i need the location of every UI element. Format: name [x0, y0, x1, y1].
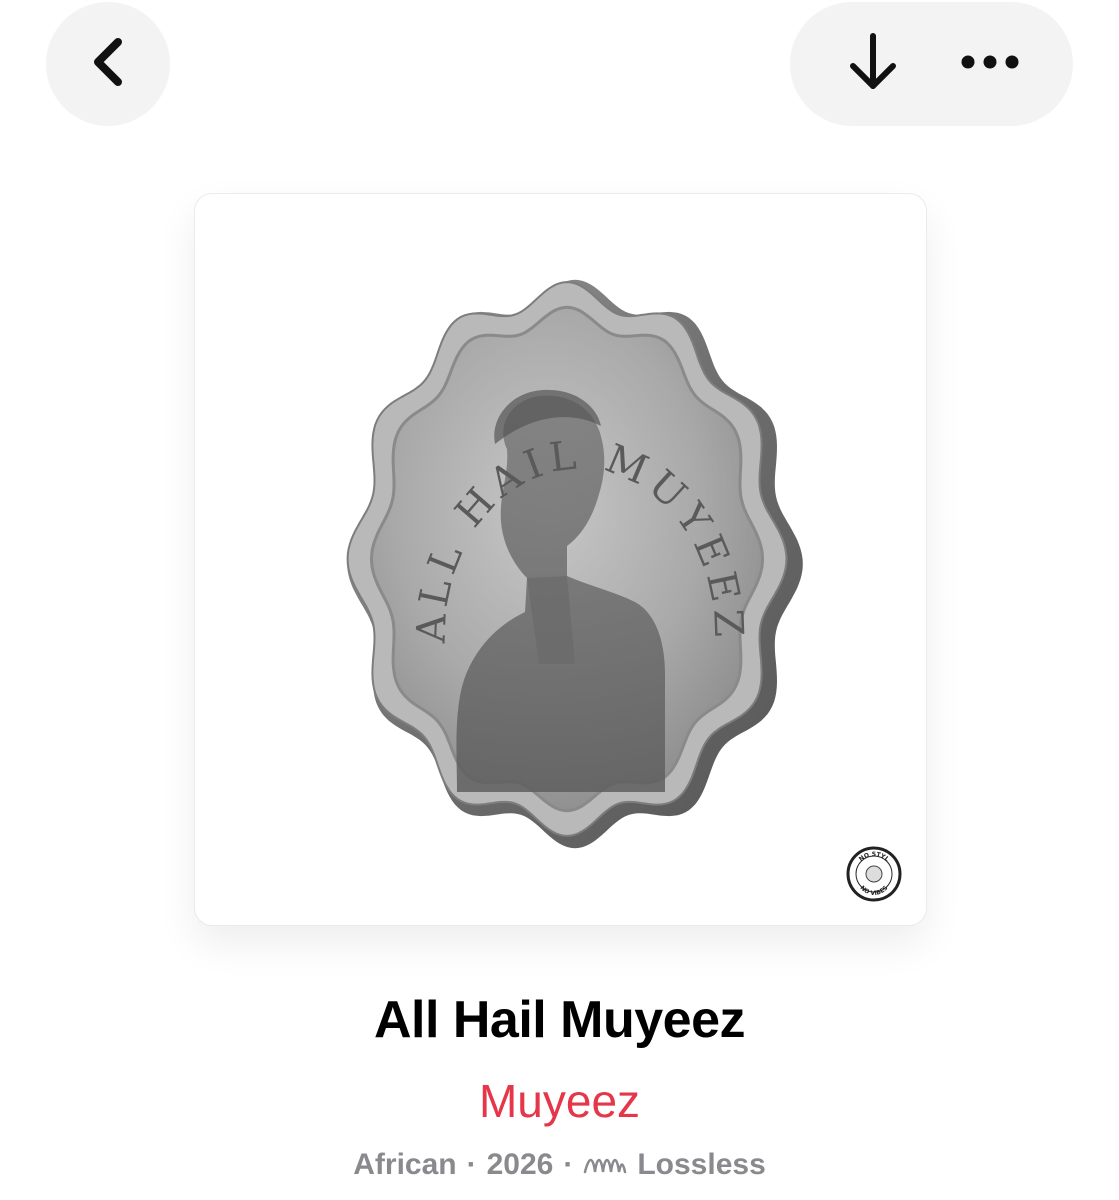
- arrow-down-icon: [847, 32, 899, 97]
- album-page: ALL HAIL MUYEEZ NO STYL NO VIBES All Hai…: [0, 0, 1119, 1200]
- quality-label: Lossless: [637, 1148, 766, 1181]
- more-button[interactable]: [940, 14, 1040, 114]
- lossless-wave-icon: [583, 1152, 627, 1178]
- actions-group: [790, 2, 1073, 126]
- meta-separator: ·: [563, 1148, 574, 1181]
- top-bar: [0, 0, 1119, 160]
- back-button[interactable]: [46, 2, 170, 126]
- coin-artwork: ALL HAIL MUYEEZ NO STYL NO VIBES: [346, 279, 902, 902]
- album-meta: African · 2026 · Lossless: [0, 1148, 1119, 1182]
- coin: ALL HAIL MUYEEZ: [346, 279, 803, 849]
- meta-separator: ·: [466, 1148, 477, 1181]
- album-title: All Hail Muyeez: [373, 991, 746, 1049]
- label-badge: NO STYL NO VIBES: [846, 846, 902, 902]
- genre-label: African: [353, 1148, 457, 1181]
- download-button[interactable]: [823, 14, 923, 114]
- chevron-left-icon: [88, 36, 128, 93]
- year-label: 2026: [486, 1148, 554, 1181]
- artist-link[interactable]: Muyeez: [0, 1074, 1119, 1128]
- ellipsis-icon: [960, 54, 1020, 75]
- album-artwork[interactable]: ALL HAIL MUYEEZ NO STYL NO VIBES: [194, 193, 927, 926]
